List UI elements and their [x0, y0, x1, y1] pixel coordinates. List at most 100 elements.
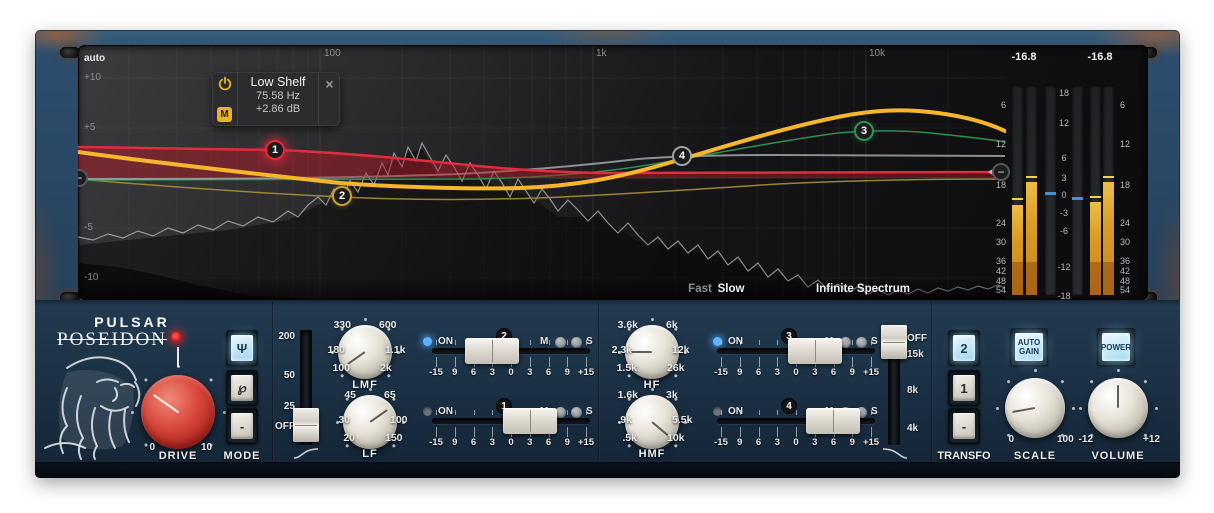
- lf-label-l: 30: [338, 414, 350, 426]
- volume-min-label: -12: [1063, 434, 1093, 445]
- scale-label: 6: [465, 437, 483, 448]
- tooltip-frequency: 75.58 Hz: [238, 90, 318, 102]
- transfo-button-1[interactable]: 1: [948, 370, 980, 406]
- scale-min-label: 0: [990, 434, 1014, 445]
- band3-gain-scale: -159630369+15: [712, 367, 880, 378]
- band4-side-label[interactable]: S: [871, 406, 878, 417]
- scale-label: 9: [558, 367, 576, 378]
- band2-gain-handle[interactable]: [465, 338, 519, 364]
- scale-label: 6: [825, 437, 843, 448]
- mid-mode-button[interactable]: M: [217, 107, 232, 122]
- hp-filter-slider-handle[interactable]: [293, 408, 319, 442]
- hp-label-50: 50: [260, 370, 295, 381]
- band-tooltip: M Low Shelf 75.58 Hz +2.86 dB ×: [212, 72, 340, 126]
- lmf-knob[interactable]: 330 600 180 1.1k 100 2k LMF: [338, 325, 392, 379]
- mode-button-neutral[interactable]: -: [226, 408, 258, 444]
- drive-knob[interactable]: [141, 375, 215, 449]
- spectrum-speed-slow[interactable]: Slow: [701, 283, 761, 295]
- lmf-label-bl: 100: [332, 362, 350, 374]
- hp-label-25: 25: [260, 401, 295, 412]
- transfo-button-2[interactable]: 2: [948, 330, 980, 366]
- band3-gain-handle[interactable]: [788, 338, 842, 364]
- lowpass-curve-icon: [881, 446, 909, 460]
- control-panel: PULSAR POSEIDON 0 10 DRIVE: [35, 300, 1180, 462]
- scale-label: 36: [978, 256, 1006, 266]
- transfo-off-glyph: -: [953, 413, 975, 439]
- freq-label-100: 100: [324, 48, 341, 59]
- scale-label: +15: [862, 437, 880, 448]
- hf-label-r: 12k: [672, 344, 690, 356]
- lf-knob[interactable]: 45 65 30 100 20 150 LF: [343, 395, 397, 449]
- close-icon[interactable]: ×: [325, 76, 333, 126]
- hmf-label: HMF: [602, 448, 702, 460]
- freq-label-1k: 1k: [596, 48, 607, 59]
- scale-label: 12: [1120, 139, 1148, 149]
- scale-label: 30: [1120, 237, 1148, 247]
- scale-label: 3: [806, 437, 824, 448]
- hf-knob[interactable]: 3.6k 6k 2.3k 12k 1.5k 26k HF: [625, 325, 679, 379]
- spectrum-mode[interactable]: Infinite Spectrum: [778, 283, 948, 295]
- eq-node-1[interactable]: 1: [265, 140, 285, 160]
- scale-label: SCALE: [1000, 450, 1070, 462]
- section-divider: [598, 302, 600, 460]
- mode-button-psi[interactable]: Ψ: [226, 330, 258, 366]
- input-meter-scale: 61218243036424854: [978, 45, 1006, 300]
- band4-gain-handle[interactable]: [806, 408, 860, 434]
- db-label-p10: +10: [84, 72, 101, 83]
- lf-label: LF: [320, 448, 420, 460]
- band1-gain-handle[interactable]: [503, 408, 557, 434]
- lf-label-br: 150: [385, 432, 403, 444]
- lp-label-8k: 8k: [907, 385, 918, 396]
- auto-gain-line1: AUTO: [1018, 338, 1041, 347]
- scale-label: 6: [1120, 100, 1148, 110]
- lmf-label: LMF: [315, 379, 415, 391]
- mode-button-rho[interactable]: ℘: [226, 370, 258, 406]
- eq-node-2[interactable]: 2: [332, 186, 352, 206]
- input-meter-bar-r: [1026, 85, 1037, 295]
- band2-on-led[interactable]: [423, 337, 432, 346]
- screw-top-left: [60, 47, 80, 58]
- scale-label: 6: [750, 367, 768, 378]
- hmf-label-l: .9k: [617, 414, 632, 426]
- band2-side-label[interactable]: S: [586, 336, 593, 347]
- tooltip-filter-type: Low Shelf: [238, 75, 318, 89]
- scale-label: 9: [843, 437, 861, 448]
- scale-label: 9: [558, 437, 576, 448]
- power-icon[interactable]: [217, 76, 233, 92]
- auto-toggle[interactable]: auto: [84, 53, 105, 64]
- db-label-m5: -5: [84, 222, 93, 233]
- eq-node-3[interactable]: 3: [854, 121, 874, 141]
- band3-side-label[interactable]: S: [871, 336, 878, 347]
- hp-label-off: OFF: [260, 421, 295, 432]
- transfo-2-glyph: 2: [953, 335, 975, 361]
- hf-label-l: 2.3k: [612, 344, 632, 356]
- scale-label: +15: [577, 367, 595, 378]
- band1-on-led[interactable]: [423, 407, 432, 416]
- scale-label: 3: [768, 437, 786, 448]
- scale-label: 6: [465, 367, 483, 378]
- lp-filter-slider-handle[interactable]: [881, 325, 907, 359]
- volume-knob[interactable]: [1088, 378, 1148, 438]
- auto-gain-button[interactable]: AUTOGAIN: [1010, 328, 1048, 366]
- scale-label: 54: [978, 285, 1006, 295]
- scale-label: 6: [978, 100, 1006, 110]
- hf-label-br: 26k: [667, 362, 685, 374]
- gain-meter-bar-l: [1045, 85, 1056, 295]
- power-button[interactable]: POWER: [1097, 328, 1135, 366]
- band1-side-label[interactable]: S: [586, 406, 593, 417]
- plugin-window: auto 100 1k 10k +10 +5 -5 -10 1 2 3 4 − …: [35, 30, 1180, 478]
- scale-label: 9: [843, 367, 861, 378]
- scale-label: -15: [427, 437, 445, 448]
- output-meter-scale: 61218243036424854: [1120, 45, 1148, 300]
- scale-label: 12: [978, 139, 1006, 149]
- scale-label: 0: [787, 367, 805, 378]
- scale-knob[interactable]: [1005, 378, 1065, 438]
- lf-label-r: 100: [390, 414, 408, 426]
- transfo-button-off[interactable]: -: [948, 408, 980, 444]
- highpass-curve-icon: [292, 446, 320, 460]
- hmf-label-bl: .5k: [622, 432, 637, 444]
- lp-label-4k: 4k: [907, 423, 918, 434]
- eq-node-4[interactable]: 4: [672, 146, 692, 166]
- scale-label: 6: [750, 437, 768, 448]
- hmf-knob[interactable]: 1.6k 3k .9k 5.5k .5k 10k HMF: [625, 395, 679, 449]
